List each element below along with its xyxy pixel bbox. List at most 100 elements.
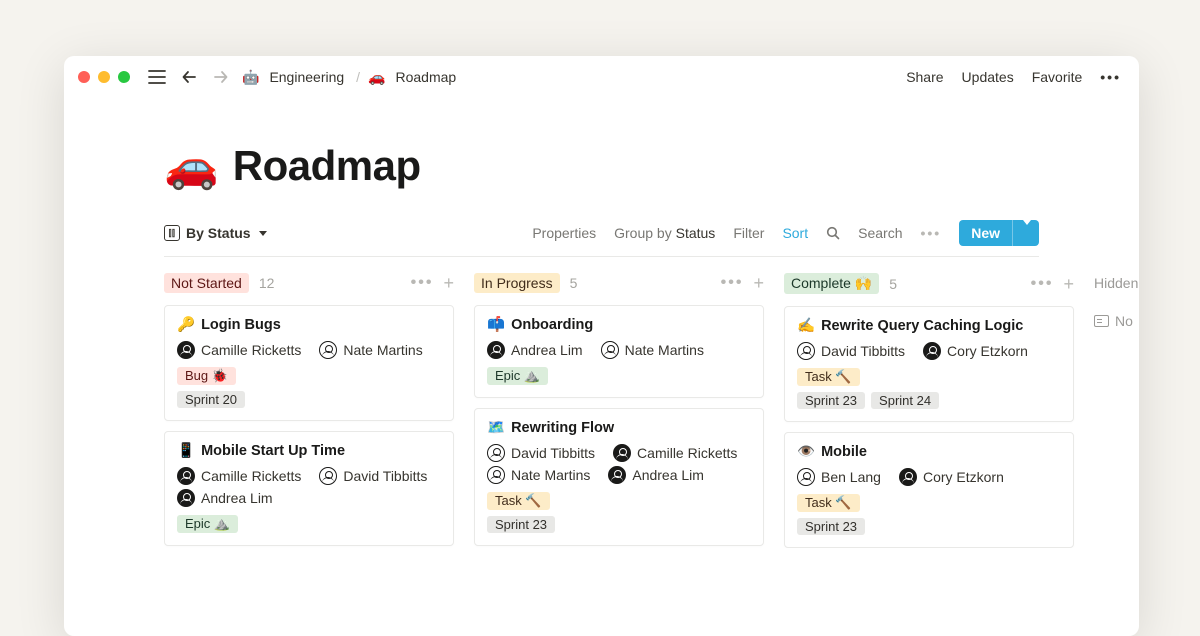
favorite-button[interactable]: Favorite	[1028, 67, 1087, 87]
new-button[interactable]: New	[959, 220, 1039, 246]
card-title-text: Onboarding	[511, 317, 593, 333]
topbar: 🤖 Engineering / 🚗 Roadmap Share Updates …	[64, 56, 1139, 96]
card-emoji: ✍️	[797, 317, 815, 334]
card-title-text: Mobile	[821, 444, 867, 460]
page-title[interactable]: Roadmap	[233, 142, 421, 190]
assignee: Camille Ricketts	[177, 467, 301, 485]
sprint-tag: Sprint 23	[487, 516, 555, 533]
card-emoji: 👁️	[797, 443, 815, 460]
card-title: 🔑Login Bugs	[177, 316, 441, 333]
page-emoji[interactable]: 🚗	[164, 140, 219, 192]
sprint-tag: Sprint 23	[797, 518, 865, 535]
assignee: Cory Etzkorn	[899, 468, 1004, 486]
card-emoji: 🗺️	[487, 419, 505, 436]
board-scroll[interactable]: Not Started12•••+🔑Login BugsCamille Rick…	[164, 273, 1139, 548]
column-more-icon[interactable]: •••	[1031, 275, 1054, 293]
card-title-text: Mobile Start Up Time	[201, 443, 345, 459]
assignee: Nate Martins	[601, 341, 704, 359]
board-view-icon: ⫿⫿	[164, 225, 180, 241]
filter-button[interactable]: Filter	[733, 225, 764, 241]
card-title-text: Rewrite Query Caching Logic	[821, 318, 1023, 334]
breadcrumb-parent[interactable]: Engineering	[265, 67, 348, 87]
board-column: In Progress 5 ••• + 📫 Onboarding Andrea Lim Nat…	[474, 273, 764, 546]
column-status-tag[interactable]: Complete 🙌	[784, 273, 879, 294]
card-tags: Epic ⛰️	[177, 515, 441, 533]
board-card[interactable]: 🗺️Rewriting FlowDavid TibbittsCamille Ri…	[474, 408, 764, 546]
new-button-dropdown[interactable]	[1012, 220, 1039, 246]
avatar-icon	[177, 341, 195, 359]
more-menu-icon[interactable]: •••	[1096, 67, 1125, 87]
type-tag: Task 🔨	[797, 494, 860, 512]
card-tags: Task 🔨	[797, 494, 1061, 512]
updates-button[interactable]: Updates	[958, 67, 1018, 87]
column-more-icon[interactable]: •••	[411, 274, 434, 292]
card-assignees: Andrea Lim Nate Martins	[487, 341, 751, 359]
sidebar-toggle-icon[interactable]	[146, 66, 168, 88]
avatar-icon	[177, 489, 195, 507]
inbox-icon	[1094, 315, 1109, 327]
group-by-value: Status	[676, 225, 716, 241]
card-list: 🔑Login BugsCamille RickettsNate MartinsB…	[164, 305, 454, 546]
page-header: 🚗 Roadmap	[164, 140, 1039, 192]
forward-icon[interactable]	[210, 66, 232, 88]
breadcrumb-current[interactable]: Roadmap	[392, 67, 461, 87]
board-card[interactable]: 👁️ Mobile Ben LangCory Etzkorn Task 🔨 Sprint…	[784, 432, 1074, 548]
search-label[interactable]: Search	[858, 225, 902, 241]
breadcrumb: 🤖 Engineering / 🚗 Roadmap	[242, 67, 460, 87]
group-by-button[interactable]: Group by Status	[614, 225, 715, 241]
assignee: Camille Ricketts	[613, 444, 737, 462]
column-add-icon[interactable]: +	[1063, 275, 1074, 293]
type-tag: Epic ⛰️	[177, 515, 238, 533]
card-assignees: Camille RickettsNate Martins	[177, 341, 441, 359]
assignee: David Tibbitts	[319, 467, 427, 485]
column-add-icon[interactable]: +	[443, 274, 454, 292]
column-header: In Progress 5 ••• +	[474, 273, 764, 293]
card-assignees: Ben LangCory Etzkorn	[797, 468, 1061, 486]
sort-button[interactable]: Sort	[782, 225, 808, 241]
card-sprints: Sprint 23Sprint 24	[797, 392, 1061, 409]
minimize-window-icon[interactable]	[98, 71, 110, 83]
hidden-groups-label[interactable]: Hidden	[1094, 275, 1139, 291]
avatar-icon	[899, 468, 917, 486]
card-list: ✍️ Rewrite Query Caching Logic David Tibbi…	[784, 306, 1074, 548]
assignee: Cory Etzkorn	[923, 342, 1028, 360]
column-header: Not Started12•••+	[164, 273, 454, 293]
card-sprints: Sprint 23	[487, 516, 751, 533]
avatar-icon	[319, 467, 337, 485]
properties-button[interactable]: Properties	[532, 225, 596, 241]
card-assignees: David TibbittsCory Etzkorn	[797, 342, 1061, 360]
avatar-icon	[797, 342, 815, 360]
column-status-tag[interactable]: In Progress	[474, 273, 560, 293]
board-card[interactable]: 🔑Login BugsCamille RickettsNate MartinsB…	[164, 305, 454, 421]
view-more-icon[interactable]: •••	[920, 225, 941, 241]
board-card[interactable]: 📫OnboardingAndrea LimNate MartinsEpic ⛰️	[474, 305, 764, 398]
card-list: 📫OnboardingAndrea LimNate MartinsEpic ⛰️…	[474, 305, 764, 546]
search-icon[interactable]	[826, 226, 840, 240]
type-tag: Task 🔨	[487, 492, 550, 510]
sprint-tag: Sprint 20	[177, 391, 245, 408]
card-emoji: 📫	[487, 316, 505, 333]
card-emoji: 🔑	[177, 316, 195, 333]
column-add-icon[interactable]: +	[753, 274, 764, 292]
board-card[interactable]: 📱 Mobile Start Up Time Camille Ricketts Dav…	[164, 431, 454, 546]
no-status-group[interactable]: No	[1094, 313, 1139, 329]
board-card[interactable]: ✍️ Rewrite Query Caching Logic David Tibbi…	[784, 306, 1074, 422]
close-window-icon[interactable]	[78, 71, 90, 83]
card-emoji: 📱	[177, 442, 195, 459]
view-switcher[interactable]: ⫿⫿ By Status	[164, 225, 267, 241]
back-icon[interactable]	[178, 66, 200, 88]
share-button[interactable]: Share	[902, 67, 947, 87]
chevron-down-icon	[259, 231, 267, 236]
sprint-tag: Sprint 23	[797, 392, 865, 409]
column-more-icon[interactable]: •••	[721, 274, 744, 292]
column-count: 5	[570, 275, 578, 291]
maximize-window-icon[interactable]	[118, 71, 130, 83]
card-title: 📱 Mobile Start Up Time	[177, 442, 441, 459]
avatar-icon	[487, 341, 505, 359]
assignee-name: David Tibbitts	[343, 468, 427, 484]
assignee: Andrea Lim	[487, 341, 583, 359]
avatar-icon	[601, 341, 619, 359]
column-status-tag[interactable]: Not Started	[164, 273, 249, 293]
assignee-name: Camille Ricketts	[201, 342, 301, 358]
overflow-column: Hidden No	[1094, 273, 1139, 351]
